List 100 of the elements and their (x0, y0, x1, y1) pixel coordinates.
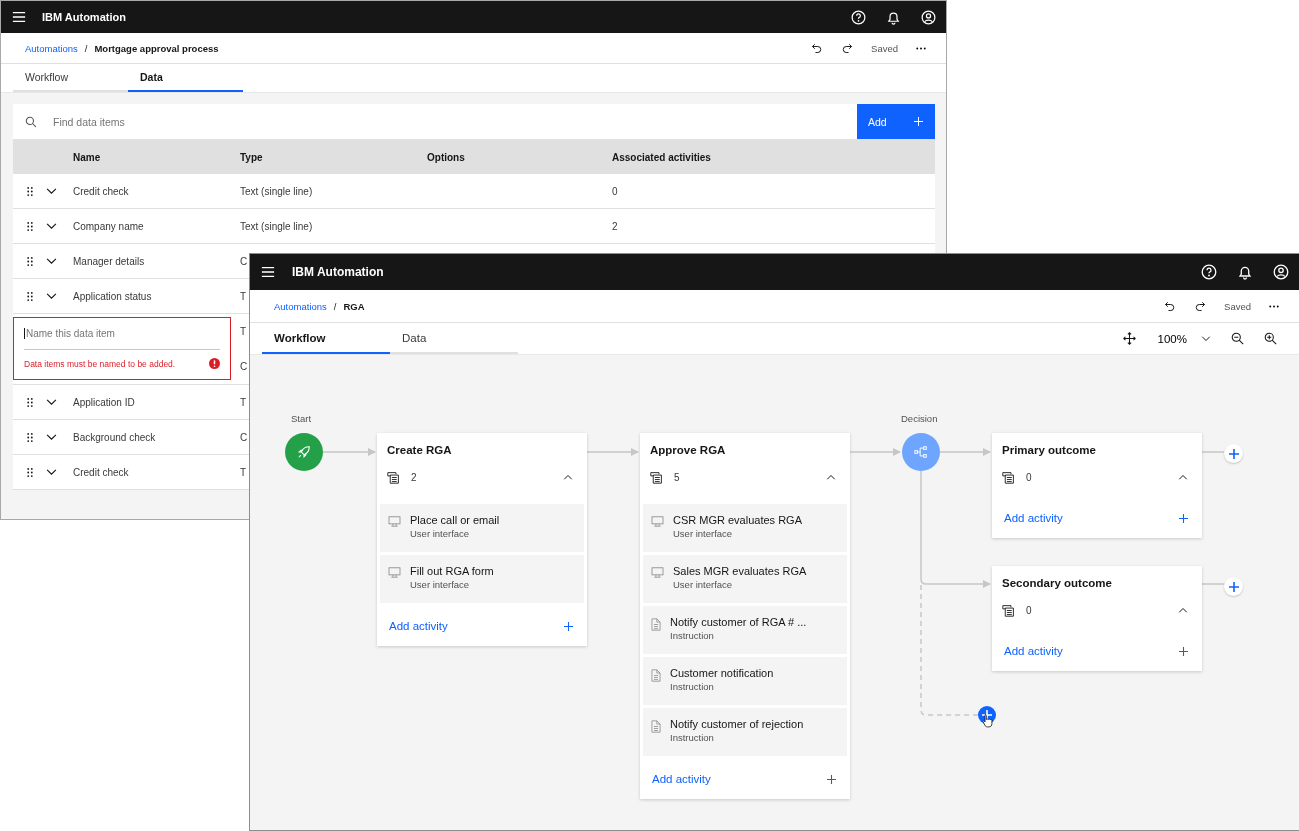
table-cell: Background check (73, 431, 156, 443)
decision-node[interactable] (902, 433, 940, 471)
breadcrumb-separator: / (84, 42, 88, 54)
activity-type: Instruction (670, 732, 715, 743)
add-node-button[interactable] (1224, 444, 1243, 463)
drag-handle-icon[interactable] (27, 467, 33, 477)
data-list-icon (387, 470, 400, 484)
chevron-down-icon[interactable] (46, 222, 57, 230)
drag-handle-icon[interactable] (27, 432, 33, 442)
activity-type: Instruction (670, 630, 715, 641)
table-cell: Application ID (73, 396, 135, 408)
add-button[interactable]: Add (857, 104, 935, 139)
connector-line (1201, 583, 1226, 585)
add-node-button[interactable] (1224, 577, 1243, 596)
table-cell: C (240, 431, 248, 443)
chevron-down-icon[interactable] (46, 257, 57, 265)
hand-cursor-icon (982, 713, 993, 728)
card-title: Approve RGA (649, 443, 727, 456)
activity-count: 2 (411, 471, 417, 483)
plus-icon (1228, 581, 1239, 592)
table-cell: T (240, 290, 247, 302)
drag-handle-icon[interactable] (27, 186, 33, 196)
plus-icon (982, 710, 992, 720)
connector-line (1201, 451, 1226, 453)
activity-name: Fill out RGA form (410, 565, 494, 577)
error-message: Data items must be named to be added. (24, 358, 176, 369)
overflow-menu-icon[interactable] (916, 46, 926, 50)
notification-icon[interactable] (1237, 264, 1253, 280)
table-cell: Credit check (73, 185, 129, 197)
undo-icon[interactable] (811, 42, 824, 54)
monitor-icon (388, 516, 401, 527)
name-input-field[interactable]: Name this data item (24, 328, 220, 339)
help-icon[interactable] (851, 9, 866, 25)
activity-item[interactable]: Notify customer of RGA # ... Instruction (643, 606, 847, 654)
connector-arrow (322, 448, 376, 456)
zoom-dropdown[interactable]: 100% (1157, 332, 1211, 345)
redo-icon[interactable] (1194, 300, 1207, 312)
activity-item[interactable]: Sales MGR evaluates RGA User interface (643, 555, 847, 603)
breadcrumb-link[interactable]: Automations (25, 42, 78, 54)
move-icon[interactable] (1122, 332, 1136, 345)
add-activity-button[interactable]: Add activity (640, 759, 850, 799)
activity-name: Notify customer of RGA # ... (670, 616, 807, 628)
overflow-menu-icon[interactable] (1269, 304, 1279, 308)
notification-icon[interactable] (886, 9, 901, 25)
add-activity-button[interactable]: Add activity (377, 606, 587, 646)
breadcrumb-link[interactable]: Automations (274, 300, 327, 312)
document-icon (651, 720, 661, 733)
drag-handle-icon[interactable] (27, 221, 33, 231)
redo-icon[interactable] (841, 42, 854, 54)
activity-item[interactable]: Notify customer of rejection Instruction (643, 708, 847, 756)
activity-item[interactable]: Place call or email User interface (380, 504, 584, 552)
table-cell: C (240, 361, 248, 372)
activity-item[interactable]: CSR MGR evaluates RGA User interface (643, 504, 847, 552)
breadcrumb-current: RGA (343, 300, 365, 312)
undo-icon[interactable] (1164, 300, 1177, 312)
data-list-icon (1002, 603, 1015, 617)
plus-icon (914, 117, 923, 126)
add-activity-button[interactable]: Add activity (992, 631, 1202, 671)
menu-icon[interactable] (12, 10, 26, 24)
start-node[interactable] (285, 433, 323, 471)
data-list-icon (650, 470, 663, 484)
plus-icon (1228, 448, 1239, 459)
table-cell: Text (single line) (240, 185, 313, 197)
activity-type: Instruction (670, 681, 715, 692)
plus-icon (1179, 513, 1188, 523)
drag-handle-icon[interactable] (27, 397, 33, 407)
column-header: Type (240, 151, 264, 163)
search-field[interactable]: Find data items (51, 114, 857, 129)
card-title: Create RGA (386, 443, 453, 456)
activity-type: User interface (410, 528, 471, 539)
activity-name: Customer notification (670, 667, 774, 679)
activity-item[interactable]: Customer notification Instruction (643, 657, 847, 705)
chevron-down-icon[interactable] (46, 187, 57, 195)
app-title: IBM Automation (42, 11, 126, 23)
chevron-icon[interactable] (826, 474, 836, 480)
activity-item[interactable]: Fill out RGA form User interface (380, 555, 584, 603)
menu-icon[interactable] (261, 265, 275, 279)
user-icon[interactable] (921, 9, 936, 25)
chevron-icon[interactable] (563, 474, 573, 480)
drag-handle-icon[interactable] (27, 256, 33, 266)
table-cell: 2 (612, 220, 618, 232)
chevron-down-icon[interactable] (46, 292, 57, 300)
card-title: Primary outcome (1001, 443, 1097, 456)
chevron-icon[interactable] (1178, 607, 1188, 613)
column-header: Associated activities (612, 151, 712, 163)
monitor-icon (651, 567, 664, 578)
zoom-in-icon[interactable] (1264, 332, 1277, 345)
data-list-icon (1002, 470, 1015, 484)
help-icon[interactable] (1201, 264, 1217, 280)
chevron-down-icon[interactable] (46, 433, 57, 441)
zoom-out-icon[interactable] (1231, 332, 1244, 345)
node-label: Start (291, 413, 312, 424)
add-activity-button[interactable]: Add activity (992, 498, 1202, 538)
new-item-field[interactable]: Name this data item Data items must be named to be added. (13, 317, 231, 380)
chevron-icon[interactable] (1178, 474, 1188, 480)
user-icon[interactable] (1273, 264, 1289, 280)
breadcrumb-separator: / (333, 300, 337, 312)
drag-handle-icon[interactable] (27, 291, 33, 301)
chevron-down-icon[interactable] (46, 468, 57, 476)
chevron-down-icon[interactable] (46, 398, 57, 406)
